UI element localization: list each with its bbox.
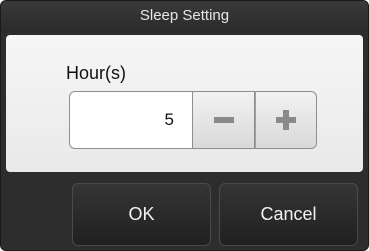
dialog-title: Sleep Setting — [1, 1, 368, 31]
minus-icon — [213, 117, 234, 123]
sleep-setting-dialog: Sleep Setting Hour(s) 5 OK Cancel — [0, 0, 369, 251]
decrement-hour-button[interactable] — [193, 91, 255, 149]
plus-icon — [276, 110, 296, 130]
ok-button[interactable]: OK — [72, 183, 211, 246]
hour-setting-panel: Hour(s) 5 — [6, 35, 363, 172]
cancel-button[interactable]: Cancel — [219, 183, 358, 246]
hour-label: Hour(s) — [66, 63, 127, 83]
hour-value-field[interactable]: 5 — [69, 91, 193, 149]
increment-hour-button[interactable] — [255, 91, 317, 149]
